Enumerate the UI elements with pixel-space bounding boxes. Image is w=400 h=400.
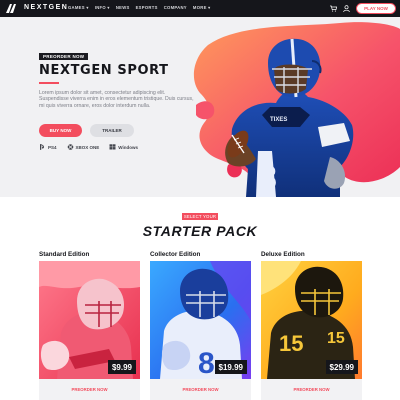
brand-name[interactable]: NEXTGEN: [24, 4, 68, 11]
menu-item-news[interactable]: NEWS: [116, 5, 130, 10]
hero-section: 8 TIXES PREORDER NOW NEXTGEN SPORT Lorem…: [0, 17, 400, 197]
cart-icon[interactable]: [330, 5, 337, 12]
svg-text:8: 8: [198, 347, 215, 379]
price-tag: $9.99: [107, 360, 136, 374]
card-collector[interactable]: 8 $19.99: [150, 261, 251, 379]
preorder-standard-button[interactable]: PREORDER NOW: [39, 379, 140, 400]
svg-text:15: 15: [279, 331, 303, 356]
svg-text:TIXES: TIXES: [270, 117, 287, 123]
trailer-button[interactable]: TRAILER: [90, 124, 134, 137]
card-title-collector: Collector Edition: [150, 251, 201, 258]
platform-label: Windows: [118, 144, 138, 150]
menu-item-esports[interactable]: ESPORTS: [136, 5, 158, 10]
buy-now-button[interactable]: BUY NOW: [39, 124, 82, 137]
menu-item-company[interactable]: COMPANY: [164, 5, 187, 10]
price-tag: $19.99: [214, 360, 247, 374]
card-title-deluxe: Deluxe Edition: [261, 251, 305, 258]
user-icon[interactable]: [343, 5, 350, 12]
svg-text:8: 8: [258, 159, 277, 197]
main-menu: GAMES ▾ INFO ▾ NEWS ESPORTS COMPANY MORE…: [68, 5, 211, 10]
logo-icon[interactable]: [6, 4, 16, 13]
platform-xbox: XBOX ONE: [67, 144, 100, 150]
platform-windows: Windows: [109, 144, 138, 150]
xbox-icon: [67, 144, 73, 150]
platform-list: PS4 XBOX ONE Windows: [39, 144, 138, 150]
play-now-button[interactable]: PLAY NOW: [356, 3, 396, 14]
playstation-icon: [40, 144, 45, 150]
title-underline: [39, 82, 59, 84]
svg-text:15: 15: [327, 330, 345, 347]
windows-icon: [109, 144, 116, 150]
select-your-badge: SELECT YOUR: [182, 213, 218, 220]
preorder-deluxe-button[interactable]: PREORDER NOW: [261, 379, 362, 400]
card-deluxe[interactable]: 15 15 $29.99: [261, 261, 362, 379]
card-title-standard: Standard Edition: [39, 251, 90, 258]
hero-title: NEXTGEN SPORT: [39, 63, 169, 78]
preorder-badge: PREORDER NOW: [39, 53, 89, 60]
menu-item-games[interactable]: GAMES ▾: [68, 5, 89, 10]
platform-ps4: PS4: [39, 144, 57, 150]
preorder-collector-button[interactable]: PREORDER NOW: [150, 379, 251, 400]
hero-description: Lorem ipsum dolor sit amet, consectetur …: [39, 90, 194, 109]
card-standard[interactable]: $9.99: [39, 261, 140, 379]
platform-label: XBOX ONE: [75, 144, 100, 150]
menu-item-info[interactable]: INFO ▾: [95, 5, 110, 10]
starter-pack-title: STARTER PACK: [142, 223, 258, 239]
platform-label: PS4: [48, 144, 57, 150]
top-nav: NEXTGEN GAMES ▾ INFO ▾ NEWS ESPORTS COMP…: [0, 0, 400, 17]
price-tag: $29.99: [325, 360, 358, 374]
menu-item-more[interactable]: MORE ▾: [193, 5, 211, 10]
